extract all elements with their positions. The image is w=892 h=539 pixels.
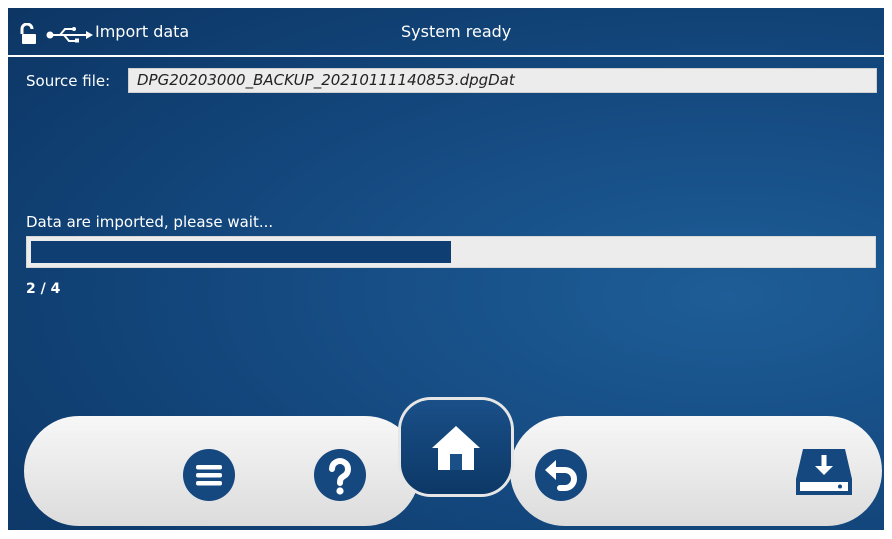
import-status-message: Data are imported, please wait... (26, 213, 274, 231)
help-icon (313, 448, 367, 502)
home-button[interactable] (428, 420, 484, 476)
save-button[interactable] (794, 445, 854, 497)
home-icon (428, 420, 484, 476)
system-status: System ready (401, 22, 512, 41)
progress-counter: 2 / 4 (26, 281, 61, 297)
menu-button[interactable] (182, 448, 236, 502)
unlocked-padlock-icon (18, 22, 38, 45)
title-bar: Import data System ready (8, 8, 884, 57)
page-title: Import data (95, 22, 190, 41)
source-file-field: DPG20203000_BACKUP_20210111140853.dpgDat (128, 68, 877, 93)
source-file-label: Source file: (26, 72, 111, 90)
app-screen: Import data System ready Source file: DP… (8, 8, 884, 530)
back-button[interactable] (534, 448, 588, 502)
import-progress-bar (26, 236, 876, 268)
usb-icon (46, 27, 94, 43)
progress-bar-fill (31, 241, 451, 263)
drive-download-icon (794, 445, 854, 497)
undo-icon (534, 448, 588, 502)
help-button[interactable] (313, 448, 367, 502)
menu-icon (182, 448, 236, 502)
